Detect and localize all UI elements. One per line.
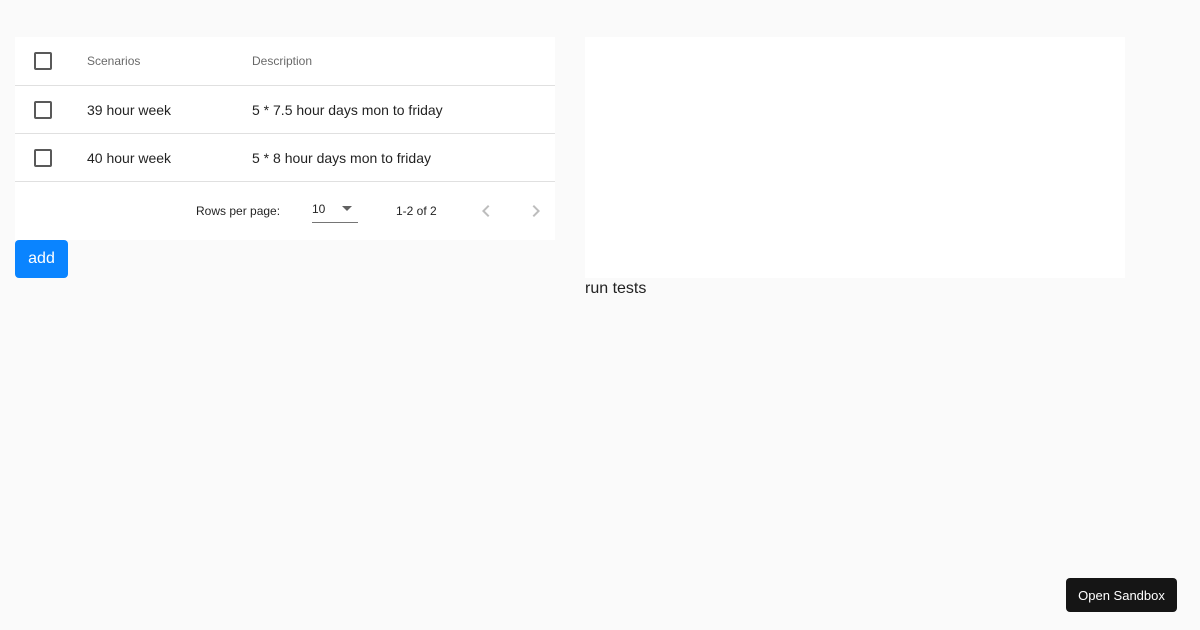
rows-per-page-value: 10 <box>312 202 326 216</box>
previous-page-button[interactable] <box>474 199 498 223</box>
add-button[interactable]: add <box>15 240 68 278</box>
scenario-name: 39 hour week <box>87 101 172 118</box>
run-tests-label[interactable]: run tests <box>585 280 646 298</box>
rows-per-page-select[interactable]: 10 <box>312 198 358 223</box>
open-sandbox-button[interactable]: Open Sandbox <box>1066 578 1177 612</box>
scenario-description: 5 * 7.5 hour days mon to friday <box>252 101 443 118</box>
scenarios-table: Scenarios Description 39 hour week 5 * 7… <box>15 37 555 240</box>
results-panel <box>585 37 1125 278</box>
pagination-range: 1-2 of 2 <box>396 204 437 218</box>
caret-down-icon <box>342 206 352 211</box>
chevron-right-icon <box>532 205 540 217</box>
row-checkbox[interactable] <box>34 100 52 119</box>
select-all-checkbox[interactable] <box>34 52 52 70</box>
chevron-left-icon <box>482 205 490 217</box>
table-pagination: Rows per page: 10 1-2 of 2 <box>15 182 555 240</box>
rows-per-page-label: Rows per page: <box>196 204 281 218</box>
next-page-button[interactable] <box>524 199 548 223</box>
scenario-description: 5 * 8 hour days mon to friday <box>252 149 431 166</box>
column-header-description[interactable]: Description <box>252 37 312 85</box>
scenario-name: 40 hour week <box>87 149 172 166</box>
table-row[interactable]: 40 hour week 5 * 8 hour days mon to frid… <box>15 134 555 182</box>
table-header-row: Scenarios Description <box>15 37 555 86</box>
row-checkbox[interactable] <box>34 148 52 167</box>
table-row[interactable]: 39 hour week 5 * 7.5 hour days mon to fr… <box>15 86 555 134</box>
column-header-scenarios[interactable]: Scenarios <box>87 37 140 85</box>
